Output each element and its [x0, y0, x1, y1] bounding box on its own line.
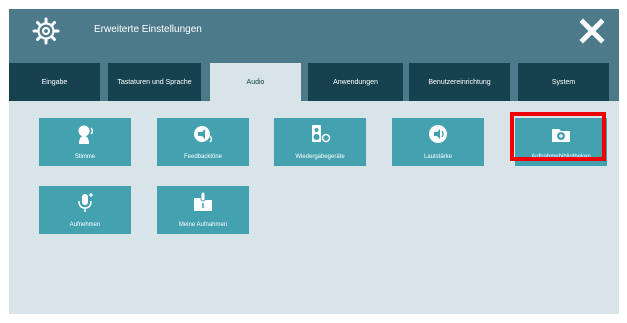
tile-label: Aufnahmebibliotheken: [531, 154, 591, 160]
tile-wiedergabegeraete[interactable]: Wiedergabegeräte: [274, 118, 366, 166]
tile-feedbacktoene[interactable]: Feedbacktöne: [157, 118, 249, 166]
tile-lautstaerke[interactable]: Lautstärke: [392, 118, 484, 166]
tile-label: Feedbacktöne: [183, 154, 223, 160]
my-recordings-icon: [194, 191, 212, 211]
tab-system[interactable]: System: [518, 63, 609, 101]
playback-devices-icon: [312, 125, 331, 143]
recording-libraries-icon: [552, 129, 570, 142]
window-title: Erweiterte Einstellungen: [94, 24, 202, 35]
tile-stimme[interactable]: Stimme: [39, 118, 131, 166]
tab-anwendungen[interactable]: Anwendungen: [308, 63, 403, 101]
close-icon[interactable]: [579, 18, 605, 44]
tab-eingabe[interactable]: Eingabe: [9, 63, 100, 101]
tab-bar: Eingabe Tastaturen und Sprache Audio Anw…: [9, 54, 619, 101]
tile-meine-aufnahmen[interactable]: Meine Aufnahmen: [157, 186, 249, 234]
tile-label: Wiedergabegeräte: [295, 154, 345, 160]
tab-tastaturen-und-sprache[interactable]: Tastaturen und Sprache: [108, 63, 201, 101]
tile-label: Aufnehmen: [69, 222, 101, 228]
tile-label: Lautstärke: [423, 154, 453, 160]
tab-benutzereinrichtung[interactable]: Benutzereinrichtung: [409, 63, 510, 101]
gear-icon: [32, 17, 60, 45]
tile-aufnahmebibliotheken[interactable]: Aufnahmebibliotheken: [515, 118, 607, 166]
record-microphone-icon: [78, 193, 93, 212]
voice-icon: [78, 125, 94, 144]
tile-label: Stimme: [74, 154, 96, 160]
settings-window: Erweiterte Einstellungen Eingabe Tastatu…: [9, 9, 619, 314]
title-bar: Erweiterte Einstellungen: [9, 9, 619, 54]
volume-icon: [429, 125, 447, 143]
tile-aufnehmen[interactable]: Aufnehmen: [39, 186, 131, 234]
tile-label: Meine Aufnahmen: [178, 222, 228, 228]
tab-audio[interactable]: Audio: [210, 63, 301, 101]
feedback-tones-icon: [194, 126, 213, 143]
